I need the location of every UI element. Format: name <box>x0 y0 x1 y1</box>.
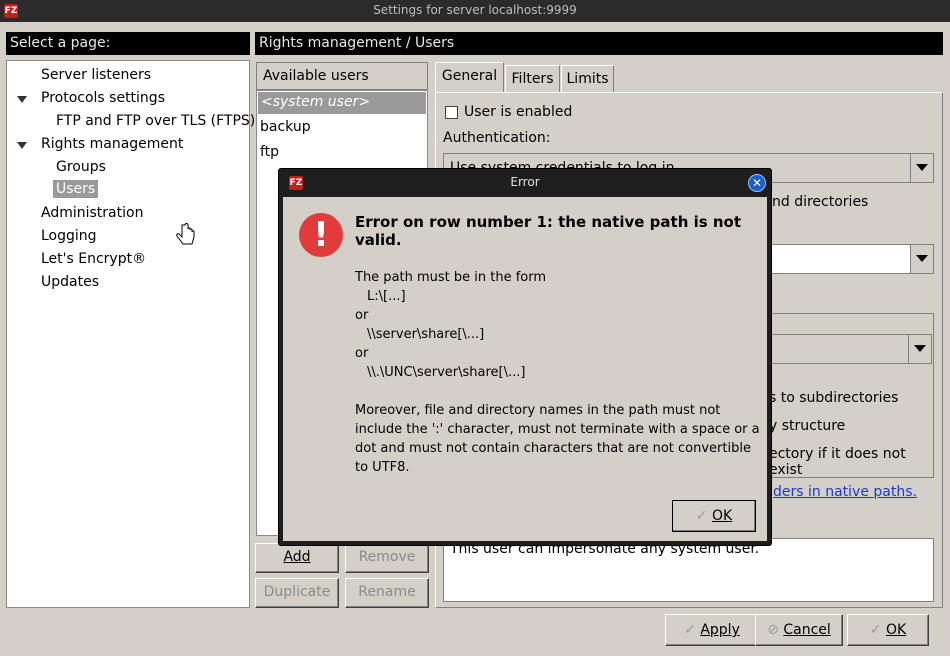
close-icon[interactable]: ✕ <box>748 174 766 192</box>
tab-filters[interactable]: Filters <box>505 65 560 92</box>
cancel-icon: ⊘ <box>767 622 779 638</box>
error-detail-line: or <box>355 308 369 323</box>
check-icon: ✓ <box>869 622 882 638</box>
error-detail-line: The path must be in the form <box>355 270 547 285</box>
rename-user-button[interactable]: Rename <box>345 578 429 608</box>
window-title: Settings for server localhost:9999 <box>373 3 577 17</box>
error-details: The path must be in the form L:\[...] or… <box>355 268 546 382</box>
tab-filters-label: Filters <box>511 71 554 87</box>
hand-cursor-icon <box>176 223 195 245</box>
dialog-ok-button[interactable]: ✓ OK <box>672 500 756 532</box>
remove-user-button[interactable]: Remove <box>345 543 429 573</box>
tab-general[interactable]: General <box>435 62 504 92</box>
check-icon: ✓ <box>695 508 708 524</box>
list-item-ftp[interactable]: ftp <box>258 142 281 162</box>
tab-limits-label: Limits <box>566 71 609 87</box>
duplicate-label: Duplicate <box>263 584 331 600</box>
native-paths-link[interactable]: ders in native paths. <box>773 484 917 500</box>
tree-item-rights-management[interactable]: Rights management <box>41 136 183 152</box>
tree-item-updates[interactable]: Updates <box>41 274 99 290</box>
duplicate-user-button[interactable]: Duplicate <box>255 578 339 608</box>
rights-users-header: Rights management / Users <box>255 32 943 55</box>
rights-users-title: Rights management / Users <box>259 35 455 51</box>
error-icon: ! <box>299 213 343 257</box>
cancel-button[interactable]: ⊘ Cancel <box>755 614 843 646</box>
error-detail-line: L:\[...] <box>367 289 406 304</box>
ok-label: OK <box>885 622 907 638</box>
tab-general-label: General <box>441 68 498 84</box>
list-item-backup[interactable]: backup <box>258 117 313 137</box>
dialog-body: ! Error on row number 1: the native path… <box>283 197 767 541</box>
list-item-system-user[interactable]: <system user> <box>258 92 426 114</box>
cancel-label: Cancel <box>783 622 831 638</box>
error-dialog: FZ Error ✕ ! Error on row number 1: the … <box>278 168 772 546</box>
chevron-down-icon[interactable] <box>910 154 933 182</box>
error-heading: Error on row number 1: the native path i… <box>355 213 742 249</box>
tree-item-ftp-ftps[interactable]: FTP and FTP over TLS (FTPS) <box>56 113 255 129</box>
remove-label: Remove <box>358 549 416 565</box>
partial-subdirectories-text: s to subdirectories <box>769 390 899 406</box>
expand-arrow-icon[interactable] <box>17 96 27 103</box>
tree-item-server-listeners[interactable]: Server listeners <box>41 67 151 83</box>
available-users-header: Available users <box>256 62 428 90</box>
partial-structure-text: y structure <box>769 418 846 434</box>
select-page-label: Select a page: <box>10 35 111 51</box>
apply-button[interactable]: ✓ Apply <box>665 614 759 646</box>
tree-item-protocols-settings[interactable]: Protocols settings <box>41 90 165 106</box>
chevron-down-icon[interactable] <box>908 335 931 363</box>
add-label: Add <box>283 549 311 565</box>
check-icon: ✓ <box>684 622 696 638</box>
rename-label: Rename <box>358 584 416 600</box>
select-page-header: Select a page: <box>6 32 250 55</box>
available-users-label: Available users <box>263 68 369 84</box>
authentication-label: Authentication: <box>443 130 551 146</box>
error-paragraph: Moreover, file and directory names in th… <box>355 403 760 475</box>
tree-item-groups[interactable]: Groups <box>56 159 106 175</box>
dialog-title: Error <box>510 175 540 189</box>
tree-item-lets-encrypt[interactable]: Let's Encrypt® <box>41 251 146 267</box>
error-detail-line: \\.\UNC\server\share[\...] <box>367 365 526 380</box>
chevron-down-icon[interactable] <box>910 245 933 273</box>
tab-limits[interactable]: Limits <box>561 65 614 92</box>
page-tree[interactable]: Server listeners Protocols settings FTP … <box>6 60 255 608</box>
tree-item-users[interactable]: Users <box>53 180 99 198</box>
error-detail-line: \\server\share[\...] <box>367 327 485 342</box>
tree-item-logging[interactable]: Logging <box>41 228 97 244</box>
expand-arrow-icon[interactable] <box>17 142 27 149</box>
ok-button[interactable]: ✓ OK <box>847 614 929 646</box>
user-enabled-label: User is enabled <box>464 104 573 120</box>
tree-item-administration[interactable]: Administration <box>41 205 143 221</box>
user-enabled-checkbox[interactable] <box>445 106 458 119</box>
partial-create-text: ectory if it does not exist <box>769 446 906 478</box>
apply-label: Apply <box>700 622 740 638</box>
dialog-ok-label: OK <box>711 508 733 524</box>
partial-directories-text: nd directories <box>772 194 869 210</box>
add-user-button[interactable]: Add <box>255 543 339 573</box>
error-detail-line: or <box>355 346 369 361</box>
title-bar: FZ Settings for server localhost:9999 <box>0 0 950 22</box>
user-description-textarea[interactable]: This user can impersonate any system use… <box>443 538 934 602</box>
